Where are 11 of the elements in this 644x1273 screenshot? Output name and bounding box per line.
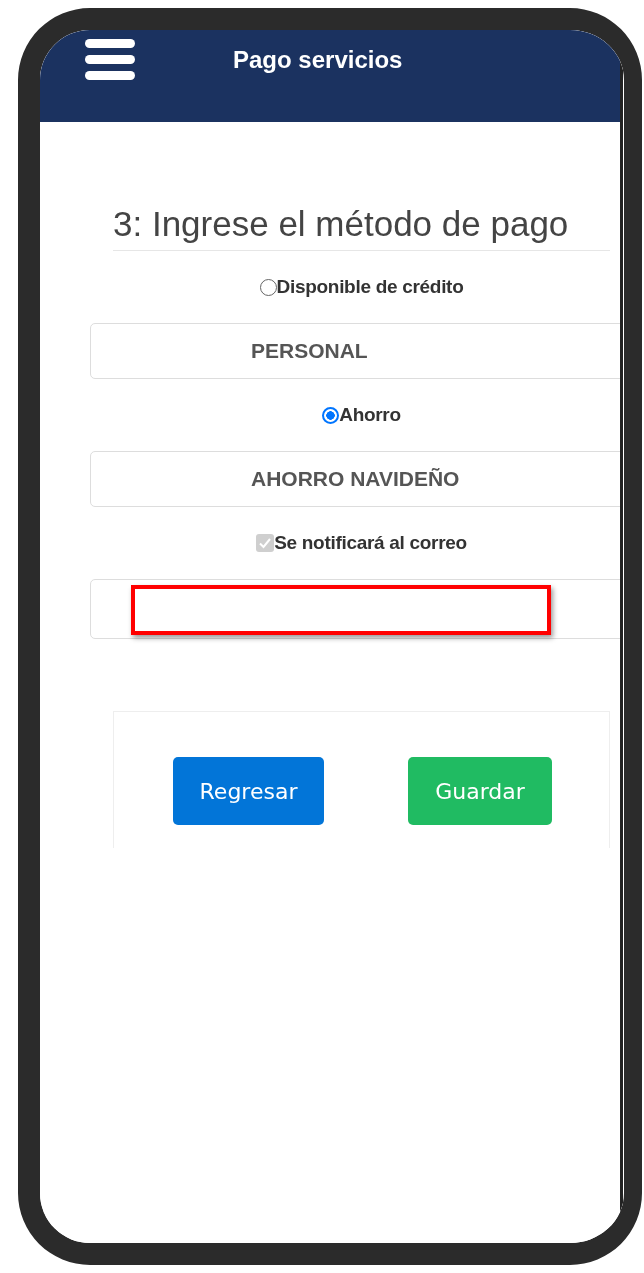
back-button[interactable]: Regresar [173, 757, 324, 825]
account-field[interactable]: AHORRO NAVIDEÑO [90, 451, 620, 507]
checkbox-label: Se notificará al correo [274, 532, 467, 554]
radio-button[interactable] [322, 406, 340, 424]
radio-label: Ahorro [339, 404, 401, 426]
radio-label: Disponible de crédito [276, 276, 464, 298]
account-field[interactable]: PERSONAL [90, 323, 620, 379]
step-heading: 3: Ingrese el método de pago [113, 202, 610, 251]
menu-icon[interactable] [85, 39, 135, 81]
email-field[interactable] [90, 579, 620, 639]
page-title: Pago servicios [233, 46, 403, 74]
